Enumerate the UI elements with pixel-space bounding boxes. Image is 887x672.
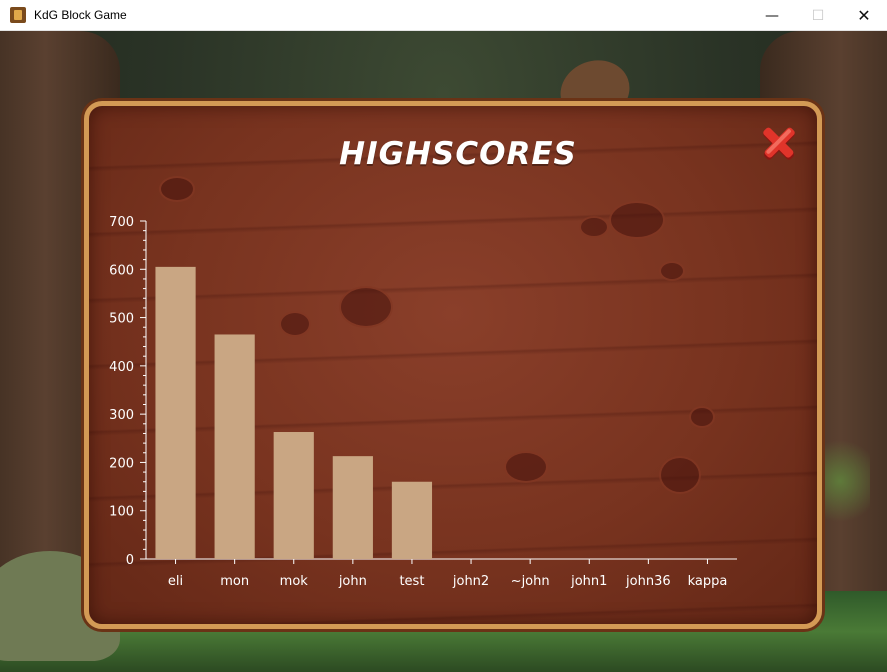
maximize-button[interactable]: ☐ [795, 0, 841, 31]
y-tick-label: 0 [126, 553, 134, 568]
x-tick-label-3: john [338, 574, 367, 589]
x-axis: eli mon mok john test john2 ~john john1 john36 ka… [146, 558, 737, 589]
x-tick-label-2: mok [280, 574, 309, 589]
x-tick-label-1: mon [220, 574, 249, 589]
window-close-button[interactable]: ✕ [841, 0, 887, 31]
window-titlebar: KdG Block Game — ☐ ✕ [0, 0, 887, 31]
minimize-button[interactable]: — [749, 0, 795, 31]
y-axis: 0 100 200 300 400 500 600 700 [109, 215, 147, 568]
y-tick-label: 500 [109, 312, 134, 327]
app-icon [10, 7, 26, 23]
y-tick-label: 700 [109, 215, 134, 230]
x-tick-label-0: eli [168, 574, 183, 589]
bar-mon [214, 334, 255, 559]
x-tick-label-7: john1 [570, 574, 607, 589]
y-tick-label: 400 [109, 360, 134, 375]
x-tick-label-9: kappa [688, 574, 728, 589]
x-tick-label-8: john36 [625, 574, 671, 589]
y-tick-label: 200 [109, 456, 134, 471]
highscores-bar-chart: 0 100 200 300 400 500 600 700 eli mon mok john test… [109, 215, 737, 589]
bar-mok [273, 432, 314, 559]
bar-john [332, 456, 373, 559]
x-tick-label-4: test [399, 574, 424, 589]
y-tick-label: 300 [109, 408, 134, 423]
y-tick-label: 600 [109, 263, 134, 278]
x-tick-label-5: john2 [452, 574, 489, 589]
window-title: KdG Block Game [34, 8, 127, 22]
x-tick-label-6: ~john [511, 574, 550, 589]
bars-group [155, 266, 433, 559]
y-tick-label: 100 [109, 505, 134, 520]
game-scene: HIGHSCORES 0 100 200 300 400 500 600 700 eli mon… [0, 31, 887, 672]
bar-test [391, 481, 433, 559]
bar-eli [155, 266, 196, 559]
